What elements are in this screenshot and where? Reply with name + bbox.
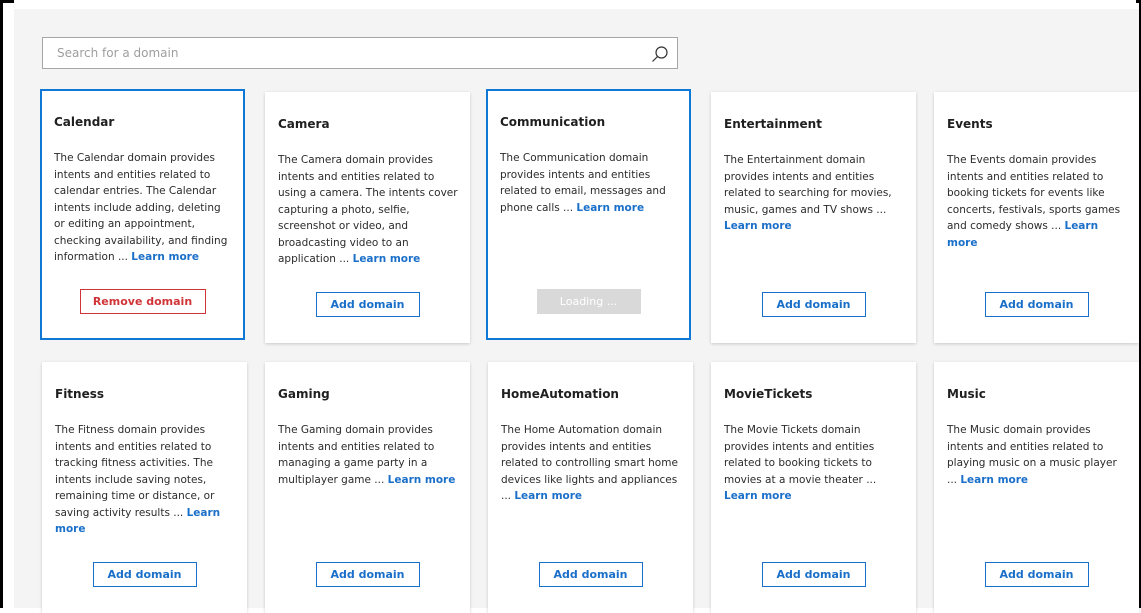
window-frame-top-right xyxy=(1136,0,1141,3)
card-description: The Gaming domain provides intents and e… xyxy=(278,424,456,486)
remove-domain-button[interactable]: Remove domain xyxy=(79,289,206,314)
card-description: The Fitness domain provides intents and … xyxy=(55,424,221,535)
add-domain-button[interactable]: Add domain xyxy=(538,562,643,587)
add-domain-button[interactable]: Add domain xyxy=(92,562,197,587)
learn-more-link[interactable]: Learn more xyxy=(724,220,792,232)
learn-more-link[interactable]: Learn more xyxy=(514,490,582,502)
add-domain-button[interactable]: Add domain xyxy=(761,292,866,317)
domain-card-communication[interactable]: Communication The Communication domain p… xyxy=(486,89,691,340)
card-description: The Events domain provides intents and e… xyxy=(947,154,1121,249)
card-description: The Entertainment domain provides intent… xyxy=(724,154,892,232)
learn-more-link[interactable]: Learn more xyxy=(724,490,792,502)
card-title: Camera xyxy=(278,117,330,131)
card-description: The Music domain provides intents and en… xyxy=(947,424,1117,486)
add-domain-button[interactable]: Add domain xyxy=(761,562,866,587)
loading-button: Loading ... xyxy=(536,289,641,314)
domain-card-camera[interactable]: Camera The Camera domain provides intent… xyxy=(265,92,470,343)
card-title: Entertainment xyxy=(724,117,822,131)
learn-more-link[interactable]: Learn more xyxy=(576,202,644,214)
search-box[interactable] xyxy=(42,37,678,69)
card-title: HomeAutomation xyxy=(501,387,619,401)
card-description: The Movie Tickets domain provides intent… xyxy=(724,424,877,502)
search-input[interactable] xyxy=(43,38,633,68)
card-title: Fitness xyxy=(55,387,105,401)
domain-card-calendar[interactable]: Calendar The Calendar domain provides in… xyxy=(40,89,245,340)
domain-card-homeautomation[interactable]: HomeAutomation The Home Automation domai… xyxy=(488,362,693,613)
learn-more-link[interactable]: Learn more xyxy=(353,253,421,265)
domain-card-events[interactable]: Events The Events domain provides intent… xyxy=(934,92,1139,343)
card-description: The Home Automation domain provides inte… xyxy=(501,424,678,502)
card-description: The Calendar domain provides intents and… xyxy=(54,152,228,263)
domain-card-gaming[interactable]: Gaming The Gaming domain provides intent… xyxy=(265,362,470,613)
learn-more-link[interactable]: Learn more xyxy=(131,251,199,263)
domain-card-fitness[interactable]: Fitness The Fitness domain provides inte… xyxy=(42,362,247,613)
add-domain-button[interactable]: Add domain xyxy=(315,292,420,317)
card-title: Communication xyxy=(500,115,606,129)
card-title: Music xyxy=(947,387,986,401)
add-domain-button[interactable]: Add domain xyxy=(984,562,1089,587)
domain-card-entertainment[interactable]: Entertainment The Entertainment domain p… xyxy=(711,92,916,343)
learn-more-link[interactable]: Learn more xyxy=(388,474,456,486)
domain-card-movietickets[interactable]: MovieTickets The Movie Tickets domain pr… xyxy=(711,362,916,613)
search-icon[interactable] xyxy=(651,45,669,63)
card-title: MovieTickets xyxy=(724,387,813,401)
window-frame-left xyxy=(0,0,3,608)
card-description: The Camera domain provides intents and e… xyxy=(278,154,458,265)
domain-card-music[interactable]: Music The Music domain provides intents … xyxy=(934,362,1139,613)
add-domain-button[interactable]: Add domain xyxy=(315,562,420,587)
learn-more-link[interactable]: Learn more xyxy=(960,474,1028,486)
card-description: The Communication domain provides intent… xyxy=(500,152,666,214)
add-domain-button[interactable]: Add domain xyxy=(984,292,1089,317)
card-title: Calendar xyxy=(54,115,115,129)
card-title: Events xyxy=(947,117,993,131)
window-frame-top xyxy=(0,0,14,3)
card-title: Gaming xyxy=(278,387,330,401)
